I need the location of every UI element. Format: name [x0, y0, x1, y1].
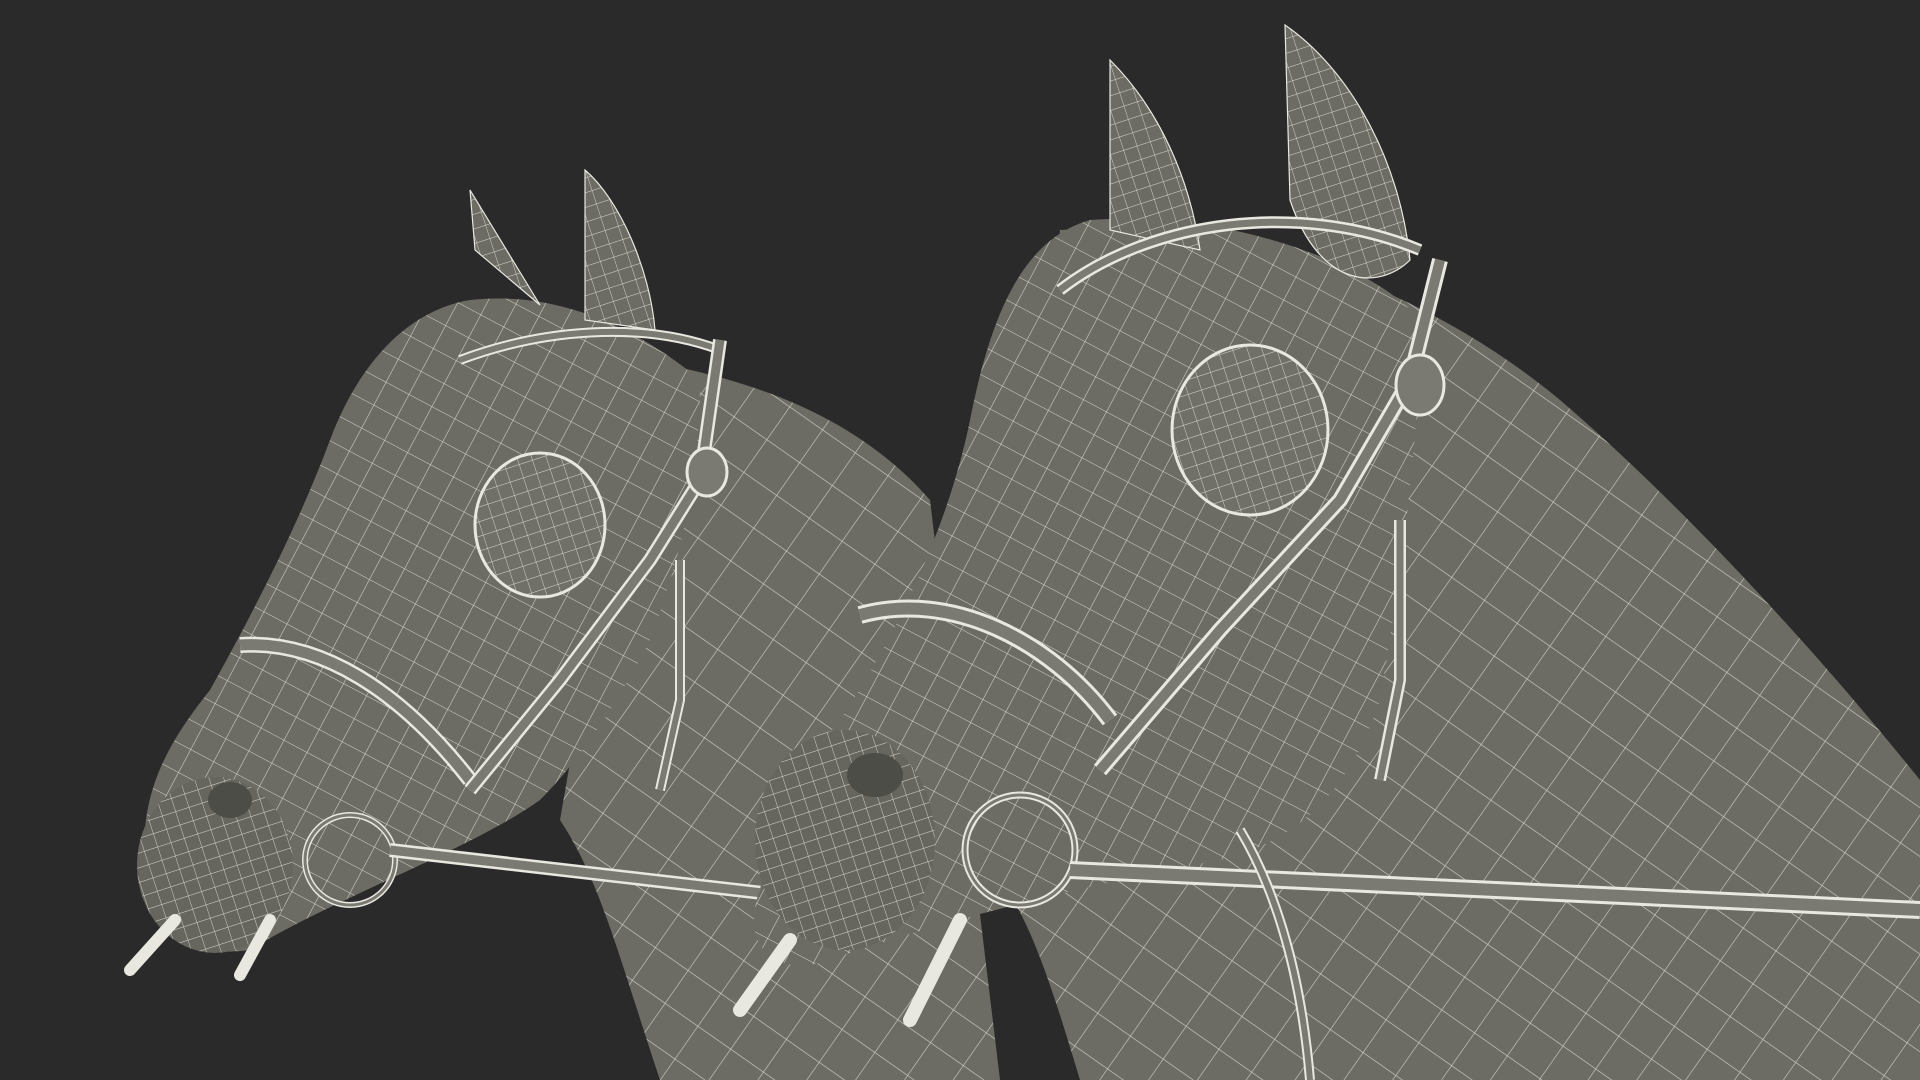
render-viewport — [0, 0, 1920, 1080]
front-horse-rosette — [1394, 353, 1446, 417]
horse-wireframe-render — [124, 23, 1920, 1080]
back-horse-rosette — [685, 446, 729, 498]
